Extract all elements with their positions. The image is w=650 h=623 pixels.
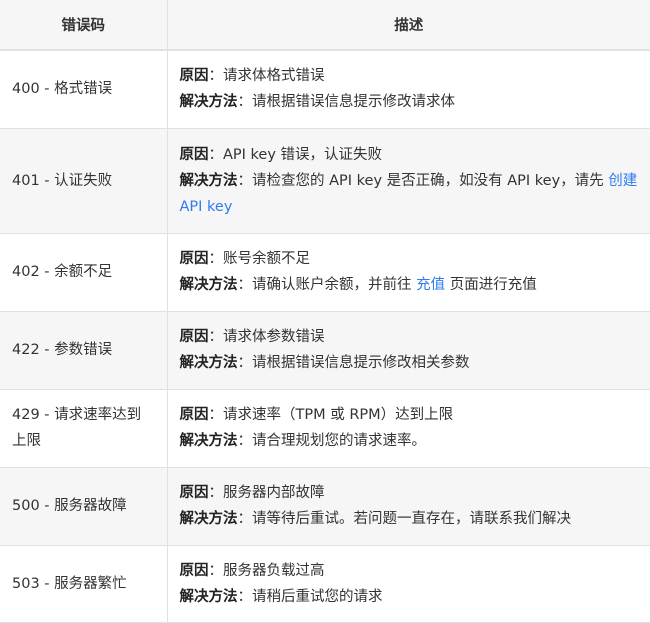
header-code: 错误码 — [0, 0, 168, 51]
error-description: 原因：账号余额不足 解决方法：请确认账户余额，并前往 充值 页面进行充值 — [166, 232, 650, 312]
solution-label: 解决方法 — [179, 355, 238, 371]
reason-label: 原因 — [179, 562, 209, 579]
reason-label: 原因 — [179, 68, 209, 85]
error-description: 原因：API key 错误，认证失败 解决方法：请检查您的 API key 是否… — [166, 127, 650, 234]
error-code-table: 错误码 描述 400 - 格式错误 原因：请求体格式错误 解决方法：请根据错误信… — [0, 0, 650, 623]
solution-text: 请根据错误信息提示修改请求体 — [252, 94, 455, 111]
reason-label: 原因 — [179, 329, 209, 345]
reason-text: 请求体参数错误 — [223, 329, 325, 345]
reason-line: 原因：请求体格式错误 — [179, 68, 325, 85]
solution-label: 解决方法 — [179, 433, 238, 449]
error-code: 422 - 参数错误 — [0, 310, 168, 390]
reason-label: 原因 — [179, 146, 209, 163]
reason-line: 原因：请求体参数错误 — [179, 329, 325, 345]
solution-line: 解决方法：请合理规划您的请求速率。 — [179, 433, 427, 449]
error-code: 400 - 格式错误 — [0, 49, 168, 129]
error-code: 401 - 认证失败 — [0, 127, 168, 234]
solution-line: 解决方法：请稍后重试您的请求 — [179, 588, 383, 605]
solution-line: 解决方法：请根据错误信息提示修改请求体 — [179, 94, 456, 111]
header-desc: 描述 — [166, 0, 650, 51]
reason-text: 请求体格式错误 — [223, 68, 325, 85]
reason-label: 原因 — [179, 485, 209, 501]
solution-label: 解决方法 — [179, 94, 238, 111]
reason-label: 原因 — [179, 407, 209, 423]
reason-line: 原因：服务器负载过高 — [179, 562, 325, 579]
table-row: 400 - 格式错误 原因：请求体格式错误 解决方法：请根据错误信息提示修改请求… — [0, 49, 650, 129]
solution-text: 请检查您的 API key 是否正确，如没有 API key，请先 — [252, 172, 609, 189]
reason-text: 请求速率（TPM 或 RPM）达到上限 — [223, 407, 454, 423]
reason-line: 原因：服务器内部故障 — [179, 485, 325, 501]
solution-text: 请合理规划您的请求速率。 — [252, 433, 426, 449]
error-description: 原因：服务器负载过高 解决方法：请稍后重试您的请求 — [166, 544, 650, 623]
reason-text: API key 错误，认证失败 — [223, 146, 383, 163]
solution-line: 解决方法：请确认账户余额，并前往 充值 页面进行充值 — [179, 277, 537, 293]
reason-text: 服务器负载过高 — [223, 562, 325, 579]
solution-text: 请稍后重试您的请求 — [252, 588, 383, 605]
table-row: 500 - 服务器故障 原因：服务器内部故障 解决方法：请等待后重试。若问题一直… — [0, 466, 650, 546]
solution-label: 解决方法 — [179, 277, 238, 293]
table-row: 402 - 余额不足 原因：账号余额不足 解决方法：请确认账户余额，并前往 充值… — [0, 232, 650, 312]
reason-text: 服务器内部故障 — [223, 485, 325, 501]
reason-line: 原因：请求速率（TPM 或 RPM）达到上限 — [179, 407, 454, 423]
error-description: 原因：服务器内部故障 解决方法：请等待后重试。若问题一直存在，请联系我们解决 — [166, 466, 650, 546]
error-description: 原因：请求速率（TPM 或 RPM）达到上限 解决方法：请合理规划您的请求速率。 — [166, 388, 650, 468]
error-code: 402 - 余额不足 — [0, 232, 168, 312]
solution-text: 请等待后重试。若问题一直存在，请联系我们解决 — [252, 511, 571, 527]
solution-line: 解决方法：请等待后重试。若问题一直存在，请联系我们解决 — [179, 511, 572, 527]
error-code: 500 - 服务器故障 — [0, 466, 168, 546]
reason-label: 原因 — [179, 251, 209, 267]
error-description: 原因：请求体格式错误 解决方法：请根据错误信息提示修改请求体 — [166, 49, 650, 129]
solution-line: 解决方法：请检查您的 API key 是否正确，如没有 API key，请先 创… — [179, 172, 638, 215]
solution-text: 请根据错误信息提示修改相关参数 — [252, 355, 470, 371]
solution-link[interactable]: 充值 — [416, 277, 445, 293]
table-header-row: 错误码 描述 — [0, 0, 650, 51]
reason-line: 原因：API key 错误，认证失败 — [179, 146, 383, 163]
table-row: 401 - 认证失败 原因：API key 错误，认证失败 解决方法：请检查您的… — [0, 127, 650, 234]
solution-label: 解决方法 — [179, 172, 238, 189]
error-code: 503 - 服务器繁忙 — [0, 544, 168, 623]
solution-label: 解决方法 — [179, 511, 238, 527]
error-code: 429 - 请求速率达到上限 — [0, 388, 168, 468]
solution-text: 请确认账户余额，并前往 — [252, 277, 417, 293]
table-row: 503 - 服务器繁忙 原因：服务器负载过高 解决方法：请稍后重试您的请求 — [0, 544, 650, 623]
reason-line: 原因：账号余额不足 — [179, 251, 311, 267]
reason-text: 账号余额不足 — [223, 251, 310, 267]
table-row: 422 - 参数错误 原因：请求体参数错误 解决方法：请根据错误信息提示修改相关… — [0, 310, 650, 390]
solution-line: 解决方法：请根据错误信息提示修改相关参数 — [179, 355, 470, 371]
error-description: 原因：请求体参数错误 解决方法：请根据错误信息提示修改相关参数 — [166, 310, 650, 390]
solution-label: 解决方法 — [179, 588, 238, 605]
table-row: 429 - 请求速率达到上限 原因：请求速率（TPM 或 RPM）达到上限 解决… — [0, 388, 650, 468]
